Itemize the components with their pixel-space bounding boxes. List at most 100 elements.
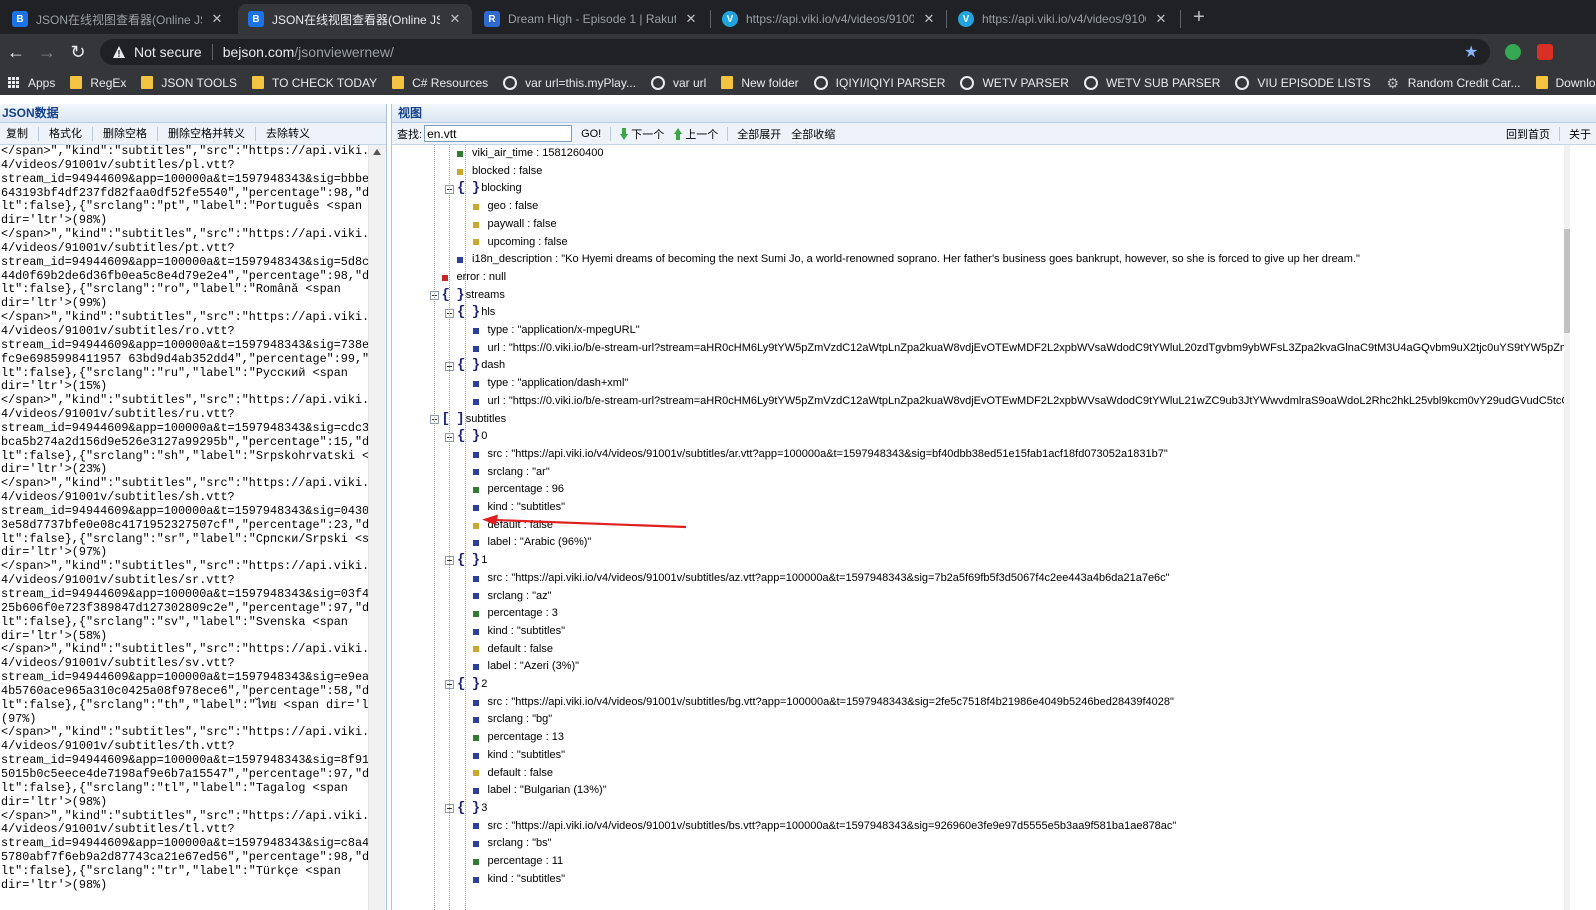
tree-node-row[interactable]: { } streams — [429, 287, 505, 305]
tree-toolbar: 查找: GO! 下一个 上一个 全部展开 全部收缩 回到首页 关于 — [392, 123, 1596, 145]
bookmark-label: RegEx — [90, 75, 127, 90]
tab-3[interactable]: R Dream High - Episode 1 | Rakute ✕ — [474, 4, 708, 34]
tab-2[interactable]: B JSON在线视图查看器(Online JSO ✕ — [238, 4, 472, 34]
next-button[interactable]: 下一个 — [615, 125, 669, 143]
tree-node-row[interactable]: { } dash — [445, 357, 505, 375]
raw-json-line: lt":false},{"srclang":"ru","label":"Русс… — [1, 365, 348, 380]
value-type-icon — [472, 345, 479, 352]
tree-node-text: subtitles — [465, 412, 507, 425]
tree-node-row[interactable]: { } 2 — [445, 676, 487, 694]
divider — [727, 126, 729, 141]
tree-leaf-row: src : "https://api.viki.io/v4/videos/910… — [472, 446, 1168, 464]
bookmark-var-url[interactable]: var url — [650, 75, 706, 90]
new-tab-button[interactable]: + — [1188, 6, 1210, 28]
tab-1[interactable]: B JSON在线视图查看器(Online JSO ✕ — [2, 4, 234, 34]
tree-view-panel: 视图 查找: GO! 下一个 上一个 全部展开 全部收缩 回到首页 关于 vik… — [391, 104, 1596, 910]
tab-4[interactable]: V https://api.viki.io/v4/videos/9100 ✕ — [712, 4, 946, 34]
expand-all-button[interactable]: 全部展开 — [732, 125, 786, 143]
divider — [211, 44, 213, 60]
value-type-icon — [472, 575, 479, 582]
raw-json-line: </span>","kind":"subtitles","src":"https… — [1, 559, 368, 574]
bookmark-iqiyi-parser[interactable]: IQIYI/IQIYI PARSER — [813, 75, 945, 90]
raw-json-line: stream_id=94944609&app=100000a&t=1597948… — [1, 171, 368, 186]
tree-node-text: srclang : "az" — [487, 589, 552, 602]
raw-json-line: lt":false},{"srclang":"sh","label":"Srps… — [1, 448, 368, 463]
raw-json-line: stream_id=94944609&app=100000a&t=1597948… — [1, 420, 368, 435]
array-icon: [ ] — [441, 410, 465, 427]
address-bar[interactable]: Not secure bejson.com/jsonviewernew/ — [100, 39, 1490, 65]
bookmark-apps[interactable]: Apps — [8, 76, 55, 90]
bookmark-new-folder[interactable]: New folder — [721, 76, 799, 90]
scrollbar[interactable] — [368, 145, 386, 910]
raw-json-line: dir='ltr'>(23%) — [1, 462, 108, 477]
search-input[interactable] — [424, 125, 573, 142]
extension-icon[interactable] — [1505, 44, 1521, 60]
value-type-icon — [472, 469, 479, 476]
reload-button[interactable]: ↻ — [66, 40, 90, 64]
home-button[interactable]: 回到首页 — [1501, 125, 1555, 143]
bookmarks-bar: Apps RegEx JSON TOOLS TO CHECK TODAY C# … — [0, 70, 1596, 95]
tree-leaf-row: kind : "subtitles" — [472, 623, 566, 641]
tree-node-text: kind : "subtitles" — [487, 872, 566, 885]
tree-node-row[interactable]: { } 1 — [445, 552, 487, 570]
collapse-all-button[interactable]: 全部收缩 — [786, 125, 840, 143]
bookmark-label: var url=this.myPlay... — [525, 75, 636, 90]
bookmark-download[interactable]: Download — [1535, 76, 1596, 90]
tree-node-text: type : "application/x-mpegURL" — [487, 324, 640, 336]
go-button[interactable]: GO! — [576, 125, 606, 143]
bookmark-star-icon[interactable]: ★ — [1464, 42, 1478, 62]
value-type-icon — [472, 734, 479, 741]
tree-node-text: percentage : 13 — [487, 731, 564, 744]
bookmark-json-tools[interactable]: JSON TOOLS — [141, 76, 237, 90]
close-icon[interactable]: ✕ — [684, 11, 698, 27]
tree-node-text: i18n_description : "Ko Hyemi dreams of b… — [472, 253, 1360, 266]
close-icon[interactable]: ✕ — [210, 11, 224, 27]
value-type-icon — [472, 239, 479, 246]
format-button[interactable]: 格式化 — [43, 125, 88, 143]
close-icon[interactable]: ✕ — [1154, 11, 1168, 27]
unescape-button[interactable]: 去除转义 — [260, 125, 316, 143]
tree-node-row[interactable]: { } 0 — [445, 428, 487, 446]
bookmark-viu-episode-lists[interactable]: VIU EPISODE LISTS — [1235, 75, 1371, 90]
about-button[interactable]: 关于 — [1564, 125, 1596, 143]
tree-node-row[interactable]: { } blocking — [445, 180, 522, 198]
tree-leaf-row: i18n_description : "Ko Hyemi dreams of b… — [457, 251, 1360, 269]
bookmark-wetv-sub-parser[interactable]: WETV SUB PARSER — [1083, 75, 1220, 90]
prev-button[interactable]: 上一个 — [669, 125, 723, 143]
remove-spaces-escape-button[interactable]: 删除空格并转义 — [162, 125, 251, 143]
scroll-up-icon[interactable] — [373, 149, 381, 155]
bookmark-to-check-today[interactable]: TO CHECK TODAY — [251, 76, 377, 90]
security-label[interactable]: Not secure — [134, 44, 202, 60]
raw-json-line: </span>","kind":"subtitles","src":"https… — [1, 145, 368, 158]
divider — [92, 126, 93, 141]
back-button[interactable]: ← — [4, 40, 28, 64]
forward-button[interactable]: → — [35, 40, 59, 64]
divider — [157, 126, 158, 141]
bookmark-var-url-myplay[interactable]: var url=this.myPlay... — [503, 75, 636, 90]
globe-icon — [1235, 75, 1250, 90]
bookmark-csharp-resources[interactable]: C# Resources — [392, 76, 488, 90]
remove-spaces-button[interactable]: 删除空格 — [97, 125, 153, 143]
copy-button[interactable]: 复制 — [0, 125, 34, 143]
tree-node-text: type : "application/dash+xml" — [487, 377, 629, 390]
tree-node-row[interactable]: { } 3 — [445, 800, 487, 818]
value-type-icon — [457, 257, 463, 264]
value-type-icon — [472, 823, 479, 830]
url-host[interactable]: bejson.com — [223, 44, 295, 60]
scrollbar-thumb[interactable] — [1564, 229, 1570, 333]
tab-5[interactable]: V https://api.viki.io/v4/videos/9100 ✕ — [948, 4, 1178, 34]
raw-json-line: (97%) — [1, 711, 37, 726]
close-icon[interactable]: ✕ — [448, 11, 462, 27]
scrollbar[interactable] — [1564, 145, 1596, 910]
extension-menu-icon[interactable] — [1537, 44, 1553, 60]
tree-node-text: kind : "subtitles" — [487, 624, 566, 637]
folder-icon — [1535, 76, 1548, 89]
bookmark-regex[interactable]: RegEx — [70, 76, 126, 90]
json-textarea[interactable]: </span>","kind":"subtitles","src":"https… — [0, 145, 368, 910]
bookmark-wetv-parser[interactable]: WETV PARSER — [960, 75, 1069, 90]
tree-node-row[interactable]: [ ] subtitles — [429, 410, 507, 429]
url-path[interactable]: /jsonviewernew/ — [294, 44, 394, 60]
tree-node-row[interactable]: { } hls — [445, 304, 495, 322]
bookmark-random-credit-card[interactable]: ⚙ Random Credit Car... — [1386, 76, 1521, 90]
close-icon[interactable]: ✕ — [922, 11, 936, 27]
